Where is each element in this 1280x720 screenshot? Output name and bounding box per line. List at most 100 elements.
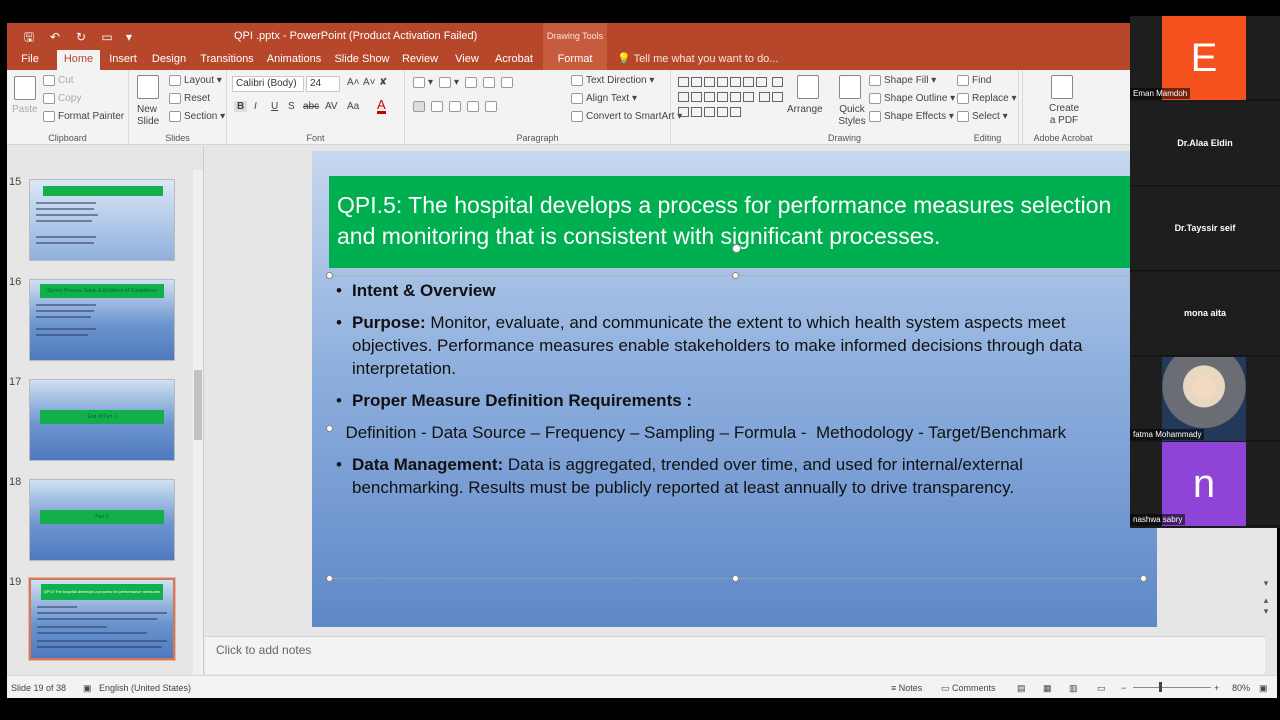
align-left-button[interactable]: [413, 101, 428, 112]
scroll-thumb[interactable]: [194, 370, 202, 440]
zoom-slider[interactable]: [1133, 687, 1211, 688]
shapes-gallery[interactable]: [677, 76, 787, 126]
current-slide[interactable]: QPI.5: The hospital develops a process f…: [312, 151, 1157, 627]
resize-handle[interactable]: [732, 575, 739, 582]
zoom-out-button[interactable]: −: [1121, 683, 1126, 693]
align-text-button[interactable]: Align Text ▾: [571, 93, 637, 104]
slide-body-text[interactable]: • Intent & Overview • Purpose: Monitor, ev…: [336, 279, 1126, 508]
resize-handle[interactable]: [326, 272, 333, 279]
find-button[interactable]: Find: [957, 75, 991, 86]
zoom-level[interactable]: 80%: [1232, 683, 1250, 693]
arrange-icon[interactable]: [797, 75, 819, 99]
previous-slide-icon[interactable]: ▴: [1260, 595, 1272, 606]
decrease-indent-button[interactable]: [465, 77, 480, 88]
redo-icon[interactable]: ↻: [73, 29, 89, 45]
normal-view-icon[interactable]: ▤: [1017, 683, 1026, 694]
resize-handle[interactable]: [1140, 575, 1147, 582]
grow-font-button[interactable]: A˄: [347, 77, 360, 88]
italic-button[interactable]: I: [254, 101, 257, 112]
tab-insert[interactable]: Insert: [105, 50, 141, 70]
participant-tile[interactable]: fatma Mohammady: [1130, 357, 1280, 441]
tell-me-search[interactable]: 💡 Tell me what you want to do...: [617, 50, 778, 69]
thumbnail-slide-18[interactable]: Part 2: [29, 479, 175, 561]
thumbnail-slide-15[interactable]: [29, 179, 175, 261]
layout-button[interactable]: Layout ▾: [169, 75, 222, 86]
clear-format-button[interactable]: ✘: [379, 77, 387, 88]
tab-view[interactable]: View: [447, 50, 487, 70]
thumbnail-slide-19[interactable]: QPI.5 The hospital develops a process fo…: [28, 577, 176, 661]
create-pdf-icon[interactable]: [1051, 75, 1073, 99]
convert-smartart-button[interactable]: Convert to SmartArt ▾: [571, 111, 682, 122]
paste-icon[interactable]: [14, 76, 36, 100]
resize-handle[interactable]: [326, 575, 333, 582]
thumbnail-slide-16[interactable]: Survey Process Guide & Evidence of Compl…: [29, 279, 175, 361]
new-slide-button[interactable]: New Slide: [137, 104, 167, 128]
reset-button[interactable]: Reset: [169, 93, 210, 104]
spellcheck-icon[interactable]: ▣: [83, 683, 92, 694]
replace-button[interactable]: Replace ▾: [957, 93, 1017, 104]
change-case-button[interactable]: Aa: [347, 101, 359, 112]
shape-effects-button[interactable]: Shape Effects ▾: [869, 111, 954, 122]
char-spacing-button[interactable]: AV: [325, 101, 338, 112]
comments-toggle[interactable]: ▭ Comments: [941, 683, 996, 694]
start-from-beginning-icon[interactable]: ▭: [99, 29, 115, 45]
tab-home[interactable]: Home: [57, 50, 100, 70]
shape-fill-button[interactable]: Shape Fill ▾: [869, 75, 936, 86]
notes-pane[interactable]: Click to add notes: [205, 636, 1265, 674]
numbering-button[interactable]: ▾: [439, 77, 459, 88]
bold-button[interactable]: B: [234, 101, 248, 112]
create-pdf-button[interactable]: Create a PDF: [1045, 103, 1083, 127]
thumbnail-slide-17[interactable]: End of Part 1: [29, 379, 175, 461]
rotate-handle[interactable]: [732, 244, 741, 253]
font-color-button[interactable]: A: [377, 98, 386, 114]
undo-icon[interactable]: ↶: [47, 29, 63, 45]
tab-format[interactable]: Format: [543, 50, 607, 70]
participant-tile[interactable]: Dr.Tayssir seif: [1130, 187, 1280, 271]
text-direction-button[interactable]: Text Direction ▾: [571, 75, 654, 86]
arrange-button[interactable]: Arrange: [787, 104, 823, 115]
save-icon[interactable]: 🖫: [21, 29, 37, 45]
section-button[interactable]: Section ▾: [169, 111, 225, 122]
participant-tile[interactable]: mona aita: [1130, 272, 1280, 356]
participant-tile[interactable]: n nashwa sabry: [1130, 442, 1280, 526]
shrink-font-button[interactable]: A˅: [363, 77, 376, 88]
align-right-button[interactable]: [449, 101, 464, 112]
language-indicator[interactable]: English (United States): [99, 683, 191, 693]
participant-tile[interactable]: E Eman Mamdoh: [1130, 16, 1280, 100]
slide-title[interactable]: QPI.5: The hospital develops a process f…: [337, 190, 1147, 252]
line-spacing-button[interactable]: [501, 77, 516, 88]
strikethrough-button[interactable]: abc: [303, 101, 319, 112]
slide-title-box[interactable]: QPI.5: The hospital develops a process f…: [329, 176, 1157, 268]
format-painter-button[interactable]: Format Painter: [43, 111, 124, 122]
reading-view-icon[interactable]: ▥: [1069, 683, 1078, 694]
select-button[interactable]: Select ▾: [957, 111, 1008, 122]
zoom-in-button[interactable]: +: [1214, 683, 1219, 693]
justify-button[interactable]: [467, 101, 482, 112]
tab-review[interactable]: Review: [399, 50, 441, 70]
tab-file[interactable]: File: [13, 50, 47, 70]
font-size-field[interactable]: 24: [306, 76, 340, 92]
fit-slide-icon[interactable]: ▣: [1259, 683, 1268, 694]
copy-button[interactable]: Copy: [43, 93, 81, 104]
scroll-down-icon[interactable]: ▾: [1260, 578, 1272, 589]
next-slide-icon[interactable]: ▾: [1260, 606, 1272, 617]
shadow-button[interactable]: S: [288, 101, 295, 112]
notes-toggle[interactable]: ≡ Notes: [891, 683, 922, 693]
tab-slide-show[interactable]: Slide Show: [331, 50, 393, 70]
quick-styles-button[interactable]: Quick Styles: [835, 104, 869, 128]
tab-animations[interactable]: Animations: [263, 50, 325, 70]
zoom-slider-thumb[interactable]: [1159, 682, 1162, 692]
tab-transitions[interactable]: Transitions: [197, 50, 257, 70]
tab-design[interactable]: Design: [147, 50, 191, 70]
align-center-button[interactable]: [431, 101, 446, 112]
thumbnails-scrollbar[interactable]: [193, 170, 203, 675]
columns-button[interactable]: [485, 101, 500, 112]
bullets-button[interactable]: ▾: [413, 77, 433, 88]
participant-tile[interactable]: Dr.Alaa Eldin: [1130, 102, 1280, 186]
customize-toolbar-icon[interactable]: ▾: [121, 29, 137, 45]
increase-indent-button[interactable]: [483, 77, 498, 88]
resize-handle[interactable]: [732, 272, 739, 279]
font-name-field[interactable]: Calibri (Body): [232, 76, 304, 92]
new-slide-icon[interactable]: [137, 75, 159, 99]
slide-sorter-icon[interactable]: ▦: [1043, 683, 1052, 694]
